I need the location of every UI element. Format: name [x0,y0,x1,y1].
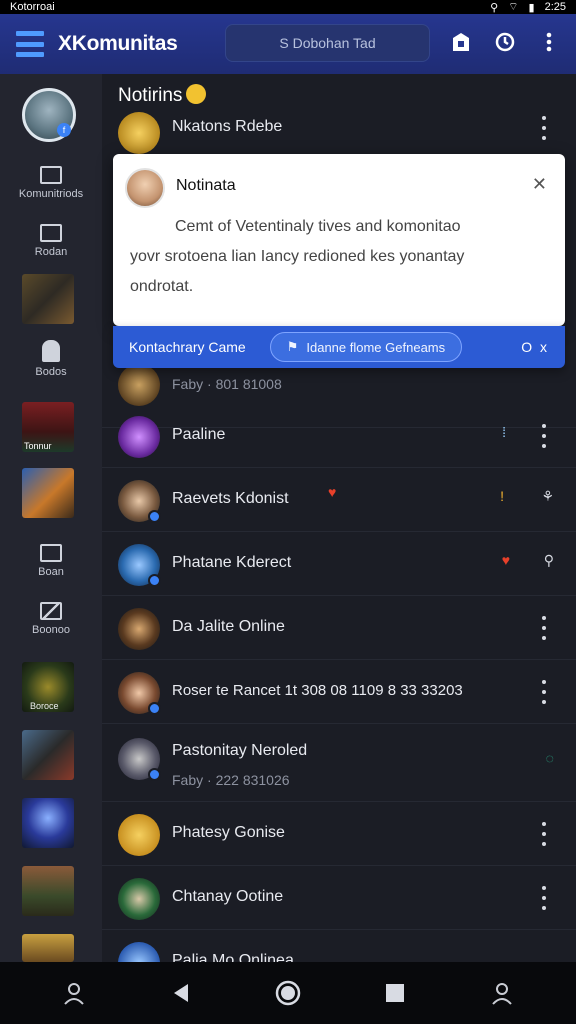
avatar [118,608,160,650]
more-vert-icon[interactable] [538,30,560,54]
action-banner: Kontachrary Came ⚑ Idanne flome Gefneams… [113,326,565,368]
card-title: Notinata [176,177,236,194]
avatar [118,544,161,587]
list-icon [40,166,62,184]
figure-icon [42,340,60,362]
system-nav-bar [0,962,576,1024]
clock-text: 2:25 [544,1,566,13]
status-bar: Kotorroai ⚲ ⌔ ▮ 2:25 [0,0,576,14]
back-icon[interactable] [167,979,195,1007]
avatar [118,814,160,856]
avatar [118,878,160,920]
list-item[interactable]: Pastonitay Neroled Faby · 222 831026 ◌ [102,724,576,802]
alert-icon: ! [500,488,504,504]
avatar [118,364,160,406]
timer-icon[interactable] [494,30,516,54]
sidebar-thumb-game-2[interactable] [22,468,74,518]
pin-icon[interactable]: ⚲ [544,552,554,569]
more-vert-icon[interactable] [538,616,550,640]
sidebar-thumb-game-1[interactable] [22,274,74,324]
banner-dismiss-button[interactable]: O x [521,339,549,355]
avatar [118,942,160,962]
sidebar-item-tonnur[interactable]: Tonnur [22,402,74,452]
smile-emoji-icon [186,84,207,104]
online-icon: ◌ [545,750,554,766]
signal-icon: ⚲ [490,1,499,14]
list-item[interactable]: Paaline ⁞ [102,404,576,468]
list-item[interactable]: Da Jalite Online [102,596,576,660]
heart-icon: ♥ [501,552,510,568]
sidebar-thumb-game-5[interactable] [22,866,74,916]
slash-icon [40,602,62,620]
sidebar-item-communities[interactable]: Komunitriods [0,166,102,200]
recents-icon[interactable] [381,979,409,1007]
list-item[interactable]: Phatane Kderect ♥ ⚲ [102,532,576,596]
more-vert-icon[interactable] [538,822,550,846]
avatar [125,168,165,208]
list-item[interactable]: Phatesy Gonise [102,802,576,866]
image-icon [40,544,62,562]
sidebar-thumb-game-6[interactable] [22,934,74,962]
sidebar-thumb-game-3[interactable] [22,730,74,780]
heart-icon: ♥ [328,484,337,500]
more-vert-icon[interactable] [538,424,550,448]
app-title: XKomunitas [58,32,178,55]
verified-icon: f [57,123,71,137]
list-item[interactable]: Roser te Rancet 1t 308 08 1109 8 33 3320… [102,660,576,724]
card-body: Cemt of Vetentinaly tives and komonitao … [130,218,465,295]
profile-avatar[interactable]: f [22,88,76,142]
list-item[interactable]: Chtanay Ootine [102,866,576,930]
sidebar-item-boan[interactable]: Boan [0,544,102,578]
store-icon[interactable] [450,30,472,54]
sidebar: f Komunitriods Rodan Bodos Tonnur Boan B… [0,74,102,962]
close-icon[interactable]: ✕ [532,174,547,195]
more-vert-icon[interactable] [538,886,550,910]
banner-label: Kontachrary Came [129,339,246,355]
info-icon: ⁞ [502,424,506,440]
banner-action-button[interactable]: ⚑ Idanne flome Gefneams [269,332,463,362]
list-item[interactable]: Raevets Kdonist ♥ ! ⚘ [102,468,576,532]
menu-icon[interactable] [16,31,44,57]
battery-icon: ▮ [528,1,535,14]
action-icon[interactable]: ⚘ [541,488,554,505]
sidebar-item-boonoo[interactable]: Boonoo [0,602,102,636]
list-item[interactable]: Nkatons Rdebe [102,112,576,154]
profile-icon[interactable] [488,979,516,1007]
sidebar-item-rodan[interactable]: Rodan [0,224,102,258]
more-vert-icon[interactable] [538,116,550,140]
sidebar-item-bodos[interactable]: Bodos [0,340,102,378]
carrier-text: Kotorroai [10,1,55,13]
edit-icon [40,224,62,242]
wifi-icon: ⌔ [508,1,519,13]
flag-icon: ⚑ [286,339,299,354]
person-icon[interactable] [60,979,88,1007]
avatar [118,416,160,458]
home-icon[interactable] [274,979,302,1007]
sidebar-thumb-game-4[interactable] [22,798,74,848]
list-item[interactable]: Palia Mo Onlinea [102,930,576,962]
sidebar-item-boroce[interactable]: Boroce [22,662,74,712]
search-field[interactable]: S Dobohan Tad [225,24,430,62]
section-title: Notirins [118,84,207,107]
avatar [118,672,161,715]
notification-card: Notinata ✕ Cemt of Vetentinaly tives and… [113,154,565,326]
avatar [118,480,161,523]
app-header: XKomunitas S Dobohan Tad [0,14,576,74]
avatar [118,738,161,781]
more-vert-icon[interactable] [538,680,550,704]
avatar [118,112,160,154]
